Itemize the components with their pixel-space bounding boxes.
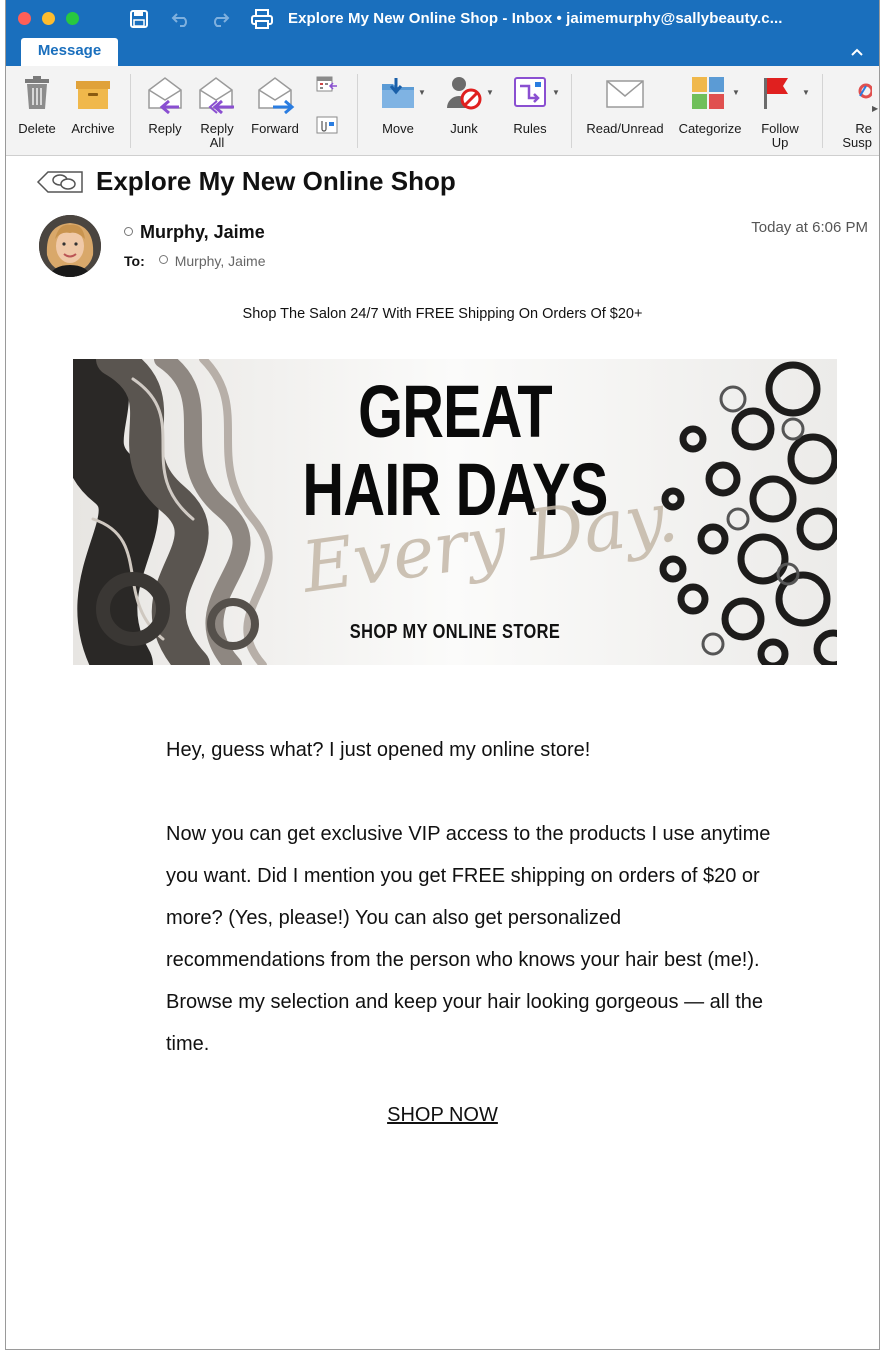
attachment-icon: [316, 116, 338, 139]
body-paragraph: Now you can get exclusive VIP access to …: [166, 823, 771, 1055]
reply-icon: [145, 76, 185, 119]
ribbon-toolbar: Delete Archive Reply Reply All Forward ▼…: [6, 66, 879, 156]
sender-name[interactable]: Murphy, Jaime: [124, 222, 265, 243]
conversation-icon[interactable]: [36, 170, 84, 199]
save-icon[interactable]: [129, 7, 149, 31]
presence-icon: [124, 227, 133, 236]
window-title: Explore My New Online Shop - Inbox • jai…: [288, 10, 783, 27]
archive-button[interactable]: Archive: [64, 66, 122, 156]
close-window-button[interactable]: [18, 12, 31, 25]
delete-button[interactable]: Delete: [10, 66, 64, 156]
to-label: To:: [124, 253, 145, 269]
presence-icon: [158, 255, 168, 264]
flag-icon: [762, 76, 790, 115]
tab-message[interactable]: Message: [21, 38, 118, 66]
undo-icon[interactable]: [170, 7, 192, 31]
categorize-button[interactable]: ▼ Categorize: [672, 66, 748, 156]
preheader-text: Shop The Salon 24/7 With FREE Shipping O…: [242, 306, 643, 322]
forward-button[interactable]: Forward: [246, 66, 304, 156]
rules-button[interactable]: ▼ Rules: [504, 66, 560, 156]
print-icon[interactable]: [250, 7, 274, 31]
move-folder-icon: [380, 76, 416, 115]
received-timestamp: Today at 6:06 PM: [751, 219, 868, 236]
junk-button[interactable]: ▼ Junk: [438, 66, 494, 156]
attachment-button[interactable]: [312, 66, 342, 156]
chevron-up-icon[interactable]: [851, 43, 863, 59]
archive-box-icon: [75, 80, 111, 115]
follow-up-button[interactable]: ▼ Follow Up: [752, 66, 810, 156]
shop-now-link[interactable]: SHOP NOW: [6, 1104, 879, 1127]
banner-cta-text: SHOP MY ONLINE STORE: [349, 621, 561, 643]
reply-all-button[interactable]: Reply All: [192, 66, 242, 156]
minimize-window-button[interactable]: [42, 12, 55, 25]
hero-banner[interactable]: GREAT HAIR DAYS Every Day. SHOP MY ONLIN…: [73, 359, 837, 665]
forward-icon: [255, 76, 295, 119]
subject-heading: Explore My New Online Shop: [96, 166, 456, 196]
rules-icon: [513, 76, 547, 113]
trash-icon: [22, 76, 52, 115]
move-button[interactable]: ▼ Move: [372, 66, 426, 156]
recipients-row: To: Murphy, Jaime: [124, 253, 266, 269]
recipient-name[interactable]: Murphy, Jaime: [175, 253, 266, 269]
junk-icon: [446, 76, 482, 115]
sender-avatar[interactable]: [39, 215, 101, 277]
email-body: Hey, guess what? I just opened my online…: [166, 729, 776, 1065]
report-icon: [852, 76, 874, 111]
title-bar: Explore My New Online Shop - Inbox • jai…: [6, 0, 879, 38]
reply-button[interactable]: Reply: [140, 66, 190, 156]
report-suspicious-button[interactable]: Re Susp: [828, 66, 874, 156]
mail-window: Explore My New Online Shop - Inbox • jai…: [5, 0, 880, 1350]
categorize-icon: [691, 76, 725, 115]
redo-icon[interactable]: [209, 7, 231, 31]
ribbon-tab-row: Message: [6, 38, 879, 66]
ribbon-overflow-icon[interactable]: ▶: [872, 104, 878, 113]
envelope-icon: [606, 80, 644, 113]
body-paragraph: Hey, guess what? I just opened my online…: [166, 739, 591, 761]
banner-headline-line1: GREAT: [358, 370, 553, 453]
zoom-window-button[interactable]: [66, 12, 79, 25]
read-unread-button[interactable]: Read/Unread: [580, 66, 670, 156]
reply-all-icon: [196, 76, 238, 119]
